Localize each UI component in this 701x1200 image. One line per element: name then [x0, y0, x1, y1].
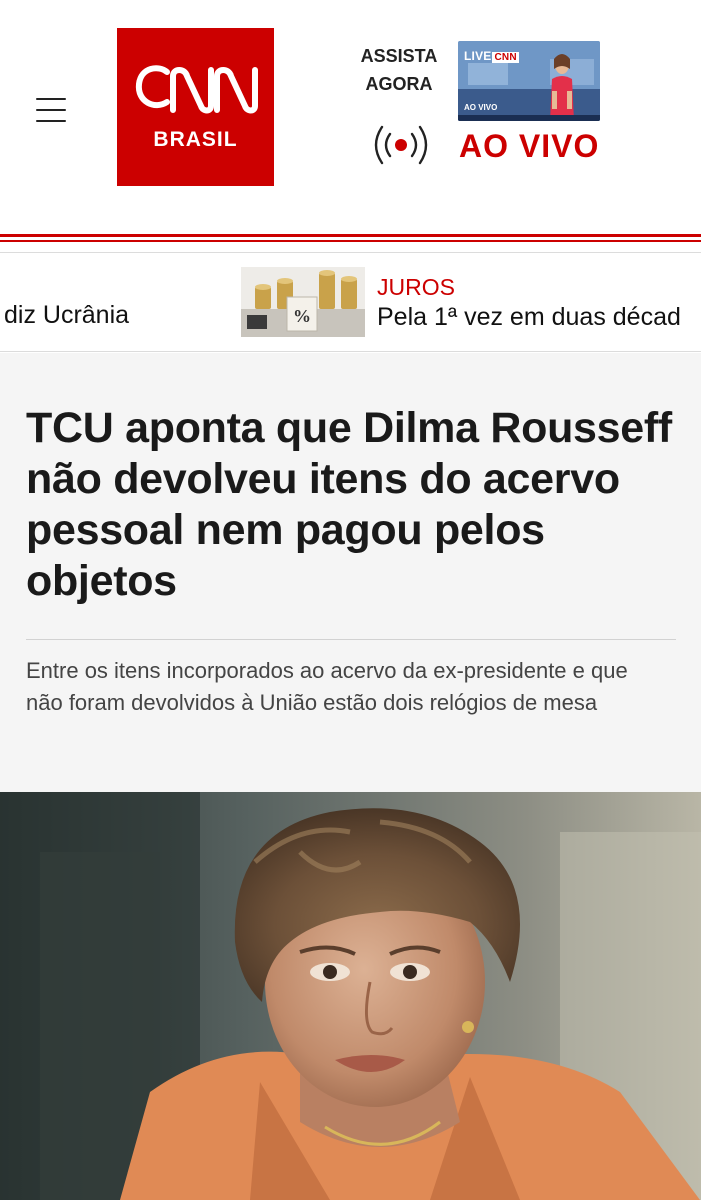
live-thumbnail-bar	[458, 115, 600, 121]
live-stream-thumbnail[interactable]: LIVE CNN AO VIVO	[458, 41, 600, 121]
header-divider-top	[0, 234, 701, 237]
ticker-headline[interactable]: Pela 1ª vez em duas décad	[377, 303, 681, 332]
live-tag: LIVE CNN	[464, 49, 519, 63]
watch-now-line1: ASSISTA	[360, 46, 438, 66]
header-divider-bottom	[0, 240, 701, 242]
page: BRASIL ASSISTA AGORA LIVE CNN AO VIVO AO…	[0, 0, 701, 1200]
ticker-thumbnail[interactable]: %	[241, 267, 365, 337]
svg-text:%: %	[293, 306, 311, 326]
portrait-photo	[0, 792, 701, 1200]
watch-now-label[interactable]: ASSISTA AGORA	[344, 42, 454, 98]
ticker-previous-headline[interactable]: diz Ucrânia	[4, 301, 129, 330]
hamburger-menu-icon[interactable]	[36, 96, 68, 126]
live-link[interactable]: AO VIVO	[459, 128, 599, 165]
news-ticker: diz Ucrânia % JUROS Pela 1ª vez em duas …	[0, 252, 701, 352]
article-subtitle: Entre os itens incorporados ao acervo da…	[26, 658, 628, 715]
cnn-brasil-logo[interactable]: BRASIL	[117, 28, 274, 186]
live-thumbnail-caption: AO VIVO	[464, 103, 498, 112]
cnn-wordmark-icon	[135, 65, 258, 114]
article-hero-image[interactable]	[0, 792, 701, 1200]
watch-now-line2: AGORA	[365, 74, 433, 94]
article-header: TCU aponta que Dilma Rousseff não devolv…	[0, 353, 701, 792]
broadcast-icon[interactable]	[368, 120, 434, 175]
article-headline: TCU aponta que Dilma Rousseff não devolv…	[26, 404, 672, 605]
headline-divider	[26, 639, 676, 640]
ticker-kicker[interactable]: JUROS	[377, 274, 455, 301]
logo-subtitle: BRASIL	[153, 128, 238, 151]
site-header: BRASIL ASSISTA AGORA LIVE CNN AO VIVO AO…	[0, 0, 701, 232]
